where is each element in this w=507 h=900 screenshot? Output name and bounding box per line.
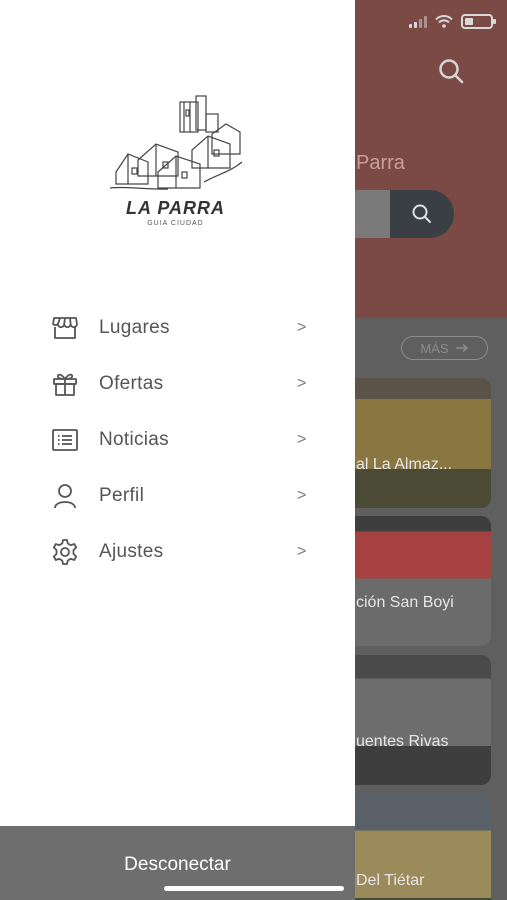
place-card[interactable]: Del Tiétar — [340, 794, 491, 900]
logout-label: Desconectar — [124, 854, 231, 875]
menu-label: Lugares — [99, 317, 170, 338]
store-icon — [51, 314, 79, 342]
place-card[interactable]: ción San Boyi — [340, 516, 491, 646]
place-card[interactable]: uentes Rivas — [340, 655, 491, 785]
wifi-icon — [435, 15, 453, 28]
menu-label: Ajustes — [99, 541, 164, 562]
user-icon — [51, 482, 79, 510]
search-icon — [412, 204, 431, 223]
gear-icon — [51, 538, 79, 566]
menu-label: Noticias — [99, 429, 169, 450]
battery-icon — [461, 14, 496, 29]
menu-item-ajustes[interactable]: Ajustes > — [0, 524, 355, 580]
place-card-title: ción San Boyi — [356, 594, 454, 611]
arrow-right-icon — [455, 343, 468, 353]
logo-title: LA PARRA — [126, 198, 225, 218]
logo-subtitle: GUIA CIUDAD — [147, 220, 204, 227]
chevron-right-icon: > — [297, 319, 307, 336]
menu-item-lugares[interactable]: Lugares > — [0, 300, 355, 356]
search-icon[interactable] — [436, 56, 466, 86]
chevron-right-icon: > — [297, 431, 307, 448]
chevron-right-icon: > — [297, 375, 307, 392]
place-card-title: Del Tiétar — [356, 872, 425, 889]
place-card-title: uentes Rivas — [356, 733, 449, 750]
app-logo: LA PARRA GUIA CIUDAD — [108, 92, 243, 232]
menu-label: Ofertas — [99, 373, 164, 394]
place-card-title: al La Almaz... — [356, 456, 453, 473]
menu-item-ofertas[interactable]: Ofertas > — [0, 356, 355, 412]
menu-label: Perfil — [99, 485, 145, 506]
town-illustration — [109, 95, 243, 190]
home-indicator[interactable] — [164, 886, 344, 891]
menu-item-perfil[interactable]: Perfil > — [0, 468, 355, 524]
hero-title: Parra — [356, 152, 405, 174]
news-icon — [51, 426, 79, 454]
gift-icon — [51, 370, 79, 398]
status-bar — [409, 14, 496, 29]
chevron-right-icon: > — [297, 487, 307, 504]
more-button[interactable]: MÁS — [401, 336, 488, 360]
more-label: MÁS — [420, 340, 449, 356]
place-card[interactable]: al La Almaz... — [340, 378, 491, 508]
menu-item-noticias[interactable]: Noticias > — [0, 412, 355, 468]
cellular-signal-icon — [409, 15, 427, 28]
search-button[interactable] — [390, 190, 454, 238]
side-drawer: LA PARRA GUIA CIUDAD Lugares > Ofertas >… — [0, 0, 355, 900]
chevron-right-icon: > — [297, 543, 307, 560]
